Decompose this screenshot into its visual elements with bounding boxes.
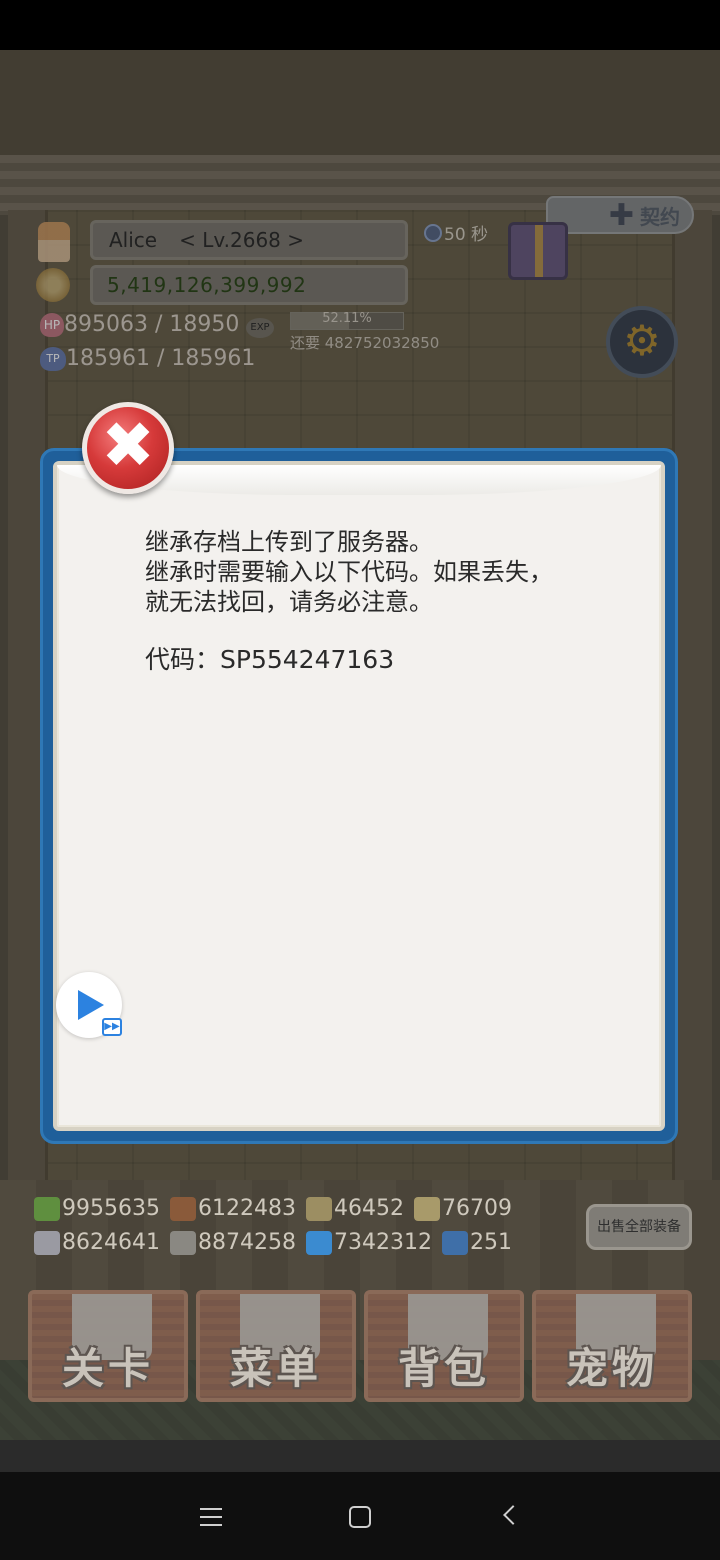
menu-icon[interactable]: [200, 1508, 222, 1526]
dialog-message: 继承存档上传到了服务器。 继承时需要输入以下代码。如果丢失， 就无法找回，请务必…: [145, 527, 631, 675]
herb-icon: [34, 1196, 60, 1221]
resource-value: 251: [469, 1230, 512, 1255]
nav-button[interactable]: 菜单: [196, 1290, 356, 1402]
close-icon[interactable]: ✖: [82, 402, 174, 494]
system-nav-bar: [0, 1472, 720, 1560]
resource-row-1: 9955635 6122483 46452 76709: [34, 1196, 518, 1221]
scene-bottom-strip: [0, 1440, 720, 1472]
nav-button[interactable]: 关卡: [28, 1290, 188, 1402]
resource-item: 8624641: [34, 1230, 160, 1255]
nav-button-label: 关卡: [61, 1344, 154, 1393]
nav-button[interactable]: 背包: [364, 1290, 524, 1402]
dialog-line-2: 继承时需要输入以下代码。如果丢失，: [145, 558, 553, 586]
inherit-code-dialog: 继承存档上传到了服务器。 继承时需要输入以下代码。如果丢失， 就无法找回，请务必…: [40, 448, 678, 1144]
gem-icon: [441, 1230, 468, 1255]
dialog-panel: 继承存档上传到了服务器。 继承时需要输入以下代码。如果丢失， 就无法找回，请务必…: [53, 461, 665, 1131]
cloth-icon: [305, 1196, 332, 1221]
home-icon[interactable]: [349, 1506, 371, 1528]
fast-forward-icon: ▶▶: [102, 1018, 122, 1036]
resource-value: 76709: [441, 1196, 512, 1221]
resource-item: 7342312: [305, 1230, 432, 1255]
resource-item: 6122483: [169, 1196, 296, 1221]
status-bar: [0, 0, 720, 50]
back-icon[interactable]: [503, 1505, 523, 1525]
resource-item: 251: [441, 1230, 512, 1255]
resource-item: 9955635: [34, 1196, 160, 1221]
water-icon: [305, 1230, 332, 1255]
nav-button-label: 背包: [397, 1344, 490, 1393]
iron-icon: [34, 1230, 60, 1255]
play-icon: [78, 990, 104, 1020]
sell-all-equipment-button[interactable]: 出售全部装备: [586, 1204, 692, 1250]
resource-item: 8874258: [169, 1230, 296, 1255]
nav-button-label: 菜单: [229, 1344, 322, 1393]
resource-value: 9955635: [62, 1196, 160, 1221]
video-play-button[interactable]: ▶▶: [56, 972, 122, 1038]
resource-value: 46452: [333, 1196, 404, 1221]
resource-item: 46452: [305, 1196, 404, 1221]
resource-value: 7342312: [333, 1230, 432, 1255]
inherit-code: 代码：SP554247163: [145, 645, 395, 674]
resource-item: 76709: [413, 1196, 512, 1221]
wood-icon: [169, 1196, 196, 1221]
resource-row-2: 8624641 8874258 7342312 251: [34, 1230, 518, 1255]
stone-icon: [169, 1230, 196, 1255]
dialog-line-1: 继承存档上传到了服务器。: [145, 528, 433, 556]
resource-value: 6122483: [197, 1196, 296, 1221]
dialog-line-3: 就无法找回，请务必注意。: [145, 588, 433, 616]
resource-value: 8624641: [62, 1230, 160, 1255]
nav-button-label: 宠物: [565, 1344, 658, 1393]
resource-value: 8874258: [197, 1230, 296, 1255]
seed-icon: [413, 1196, 440, 1221]
nav-button[interactable]: 宠物: [532, 1290, 692, 1402]
